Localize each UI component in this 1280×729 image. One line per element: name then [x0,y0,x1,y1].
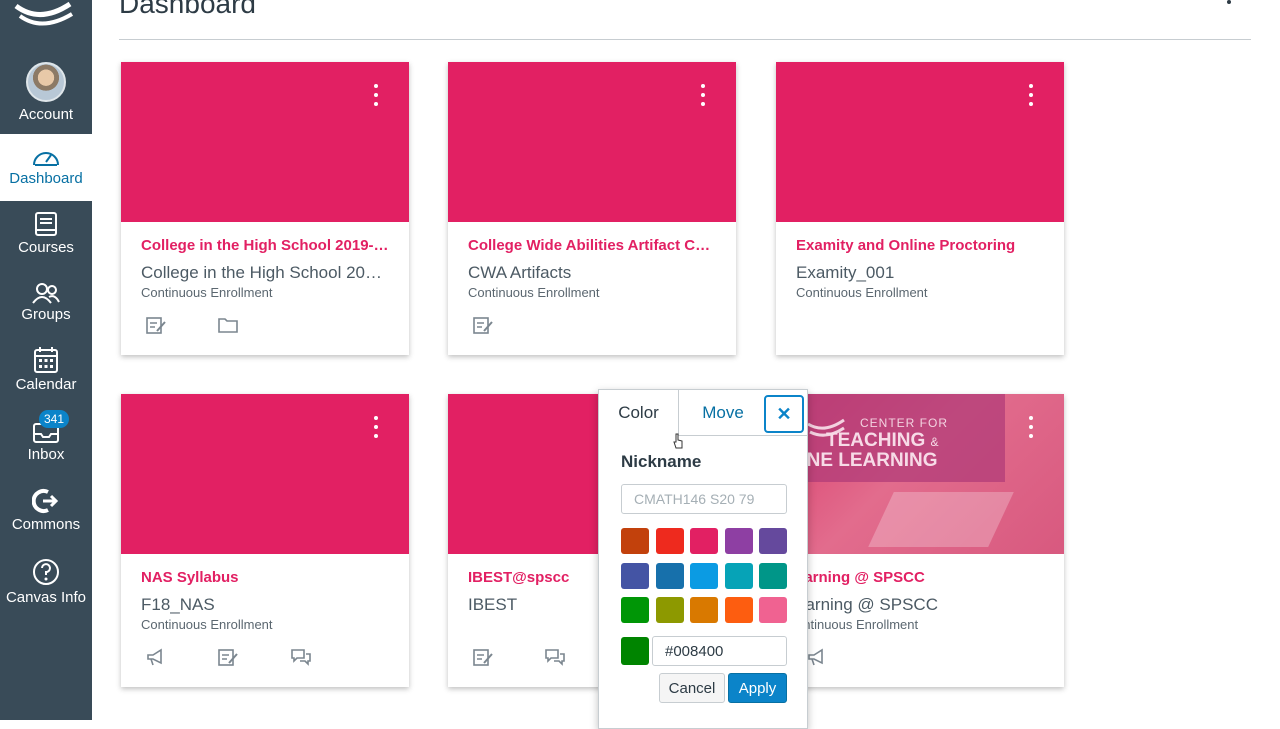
nav-canvas-info[interactable]: Canvas Info [0,557,92,606]
color-swatch[interactable] [655,597,684,623]
commons-icon [32,489,59,513]
nav-groups[interactable]: Groups [0,282,92,323]
popover-tabs: Color Move ✕ [599,390,807,436]
nav-dashboard-label: Dashboard [9,170,83,187]
card-title[interactable]: NAS Syllabus [141,569,391,586]
card-hero[interactable] [448,62,736,222]
course-card[interactable]: College in the High School 2019-2… Colle… [121,62,409,355]
nav-account-label: Account [18,106,74,123]
nav-inbox-label: Inbox [27,446,65,463]
tab-move[interactable]: Move [680,390,766,435]
files-icon[interactable] [217,315,241,337]
card-term: Continuous Enrollment [141,285,273,300]
card-title[interactable]: earning @ SPSCC [796,569,1046,586]
inbox-unread-badge: 341 [39,410,70,428]
mouse-cursor-icon [673,433,683,449]
nav-groups-label: Groups [21,306,71,323]
card-title[interactable]: Examity and Online Proctoring [796,237,1046,254]
assignments-icon[interactable] [145,315,169,337]
dashboard-icon [33,152,59,166]
card-hero[interactable] [121,62,409,222]
announcements-icon[interactable] [145,647,169,669]
nav-dashboard[interactable]: Dashboard [0,134,92,201]
course-card[interactable]: NAS Syllabus F18_NAS Continuous Enrollme… [121,394,409,687]
canvas-logo-icon[interactable] [0,0,92,44]
assignments-icon[interactable] [217,647,241,669]
book-icon [35,212,57,236]
color-swatch[interactable] [690,562,719,589]
close-popover-button[interactable]: ✕ [764,395,804,433]
card-code: F18_NAS [141,595,215,614]
color-swatch[interactable] [621,528,649,554]
nav-calendar[interactable]: Calendar [0,346,92,393]
card-color-popover: Color Move ✕ Nickname Cancel Apply [598,389,808,729]
dashboard-options-icon[interactable] [1222,0,1236,16]
nav-account[interactable]: Account [0,62,92,123]
color-swatch[interactable] [655,562,684,589]
calendar-icon [34,347,58,373]
card-term: Continuous Enrollment [468,285,600,300]
card-options-icon[interactable] [371,84,381,110]
card-title[interactable]: College Wide Abilities Artifact Col… [468,237,718,254]
announcements-icon[interactable] [806,647,830,669]
selected-color-preview [621,637,649,665]
card-options-icon[interactable] [1026,84,1036,110]
page-title: Dashboard [119,0,256,19]
nav-canvas-info-label: Canvas Info [5,589,87,606]
color-swatch[interactable] [621,562,649,589]
nav-calendar-label: Calendar [15,376,77,393]
nickname-input[interactable] [621,484,787,514]
nav-commons[interactable]: Commons [0,488,92,533]
card-code: CWA Artifacts [468,263,572,282]
course-card[interactable]: College Wide Abilities Artifact Col… CWA… [448,62,736,355]
course-card[interactable]: CENTER FOR TEACHING & NLINE LEARNING ear… [776,394,1064,687]
header-divider [119,39,1251,40]
hero-text-amp: & [930,435,939,449]
card-term: Continuous Enrollment [141,617,273,632]
color-swatch[interactable] [690,597,719,623]
help-icon [33,559,59,585]
nav-commons-label: Commons [11,516,81,533]
hero-text-line2: TEACHING & [826,430,939,452]
card-term: Continuous Enrollment [796,285,928,300]
card-term: ontinuous Enrollment [796,617,919,632]
card-code: earning @ SPSCC [796,595,938,614]
color-swatch[interactable] [690,528,719,554]
color-swatch[interactable] [759,597,788,623]
discussions-icon[interactable] [290,647,314,669]
color-swatch[interactable] [724,562,753,589]
color-swatch[interactable] [759,562,788,589]
course-card[interactable]: Examity and Online Proctoring Examity_00… [776,62,1064,355]
hero-text-teaching: TEACHING [826,430,926,451]
color-swatch[interactable] [759,528,788,554]
assignments-icon[interactable] [472,315,496,337]
hex-color-input[interactable] [652,636,787,666]
card-options-icon[interactable] [1026,416,1036,442]
laptop-image [868,492,1014,547]
card-options-icon[interactable] [371,416,381,442]
card-options-icon[interactable] [698,84,708,110]
global-nav: Account Dashboard Courses Groups Calenda… [0,0,92,720]
apply-button[interactable]: Apply [728,673,787,703]
nav-courses[interactable]: Courses [0,211,92,256]
cancel-button[interactable]: Cancel [659,673,725,703]
groups-icon [32,283,60,304]
nav-courses-label: Courses [18,239,74,256]
card-hero[interactable] [121,394,409,554]
color-swatch[interactable] [655,528,684,554]
card-title[interactable]: College in the High School 2019-2… [141,237,391,254]
hero-text-line1: CENTER FOR [860,416,948,430]
card-hero[interactable] [776,62,1064,222]
card-code: College in the High School 201… [141,263,391,282]
card-code: Examity_001 [796,263,895,282]
tab-color[interactable]: Color [599,390,679,436]
color-swatch[interactable] [724,597,753,623]
color-swatch[interactable] [621,597,649,623]
discussions-icon[interactable] [544,647,568,669]
assignments-icon[interactable] [472,647,496,669]
card-hero-image[interactable]: CENTER FOR TEACHING & NLINE LEARNING [776,394,1064,554]
nickname-label: Nickname [621,452,702,471]
color-swatch[interactable] [724,528,753,554]
avatar [26,62,66,102]
